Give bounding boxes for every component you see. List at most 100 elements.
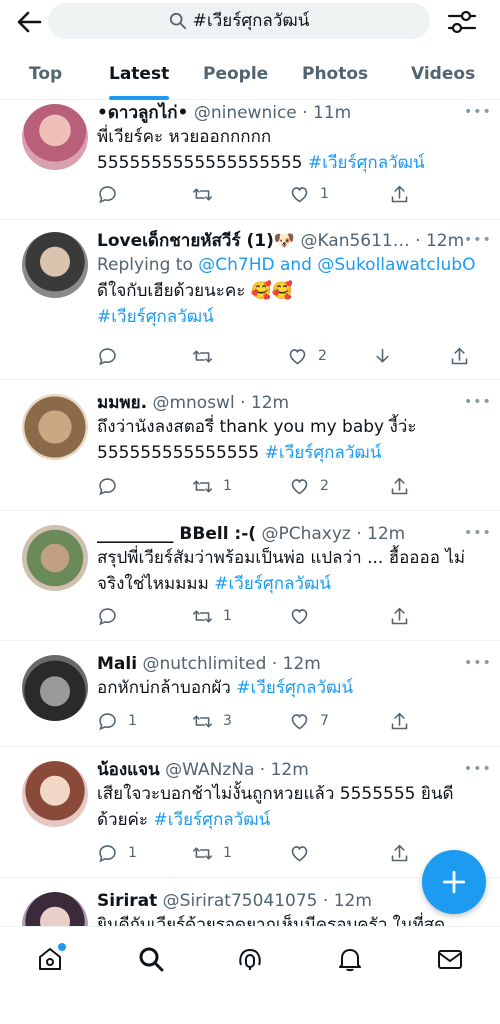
- hashtag-link[interactable]: #เวียร์ศุกลวัฒน์: [265, 443, 382, 463]
- display-name[interactable]: _________ BBell :-(: [97, 524, 256, 544]
- nav-explore[interactable]: [133, 941, 169, 977]
- tweet-line: 5555555555555555555 #เวียร์ศุกลวัฒน์: [97, 150, 486, 176]
- retweet-button[interactable]: [192, 182, 223, 206]
- tweet-line: เสียใจวะบอกช้าไม่งั้นถูกหวยแล้ว 5555555 …: [97, 784, 454, 804]
- avatar[interactable]: [22, 232, 88, 298]
- more-options-icon[interactable]: •••: [464, 233, 491, 247]
- tweet[interactable]: _________ BBell :-( @PChaxyz · 12m ••• ส…: [0, 511, 500, 641]
- retweet-button[interactable]: [192, 344, 223, 368]
- tip-button[interactable]: [372, 344, 393, 368]
- tweet-line: ดีใจกับเฮียด้วยนะคะ 🥰🥰: [97, 281, 294, 301]
- tweet[interactable]: Mali @nutchlimited · 12m ••• อกหักบ่กล้า…: [0, 641, 500, 747]
- handle: @ninewnice: [193, 103, 297, 123]
- nav-spaces[interactable]: [232, 941, 268, 977]
- tab-videos[interactable]: Videos: [411, 50, 475, 100]
- like-button[interactable]: [289, 841, 320, 865]
- retweet-button[interactable]: 1: [192, 474, 232, 498]
- tweet-line-text: 555555555555555: [97, 443, 260, 463]
- nav-notifications[interactable]: [332, 941, 368, 977]
- display-name[interactable]: Mali: [97, 654, 137, 674]
- like-button[interactable]: 2: [287, 344, 327, 368]
- tweet-line: จริงใช่ไหมมมม #เวียร์ศุกลวัฒน์: [97, 571, 486, 597]
- heart-icon: [291, 608, 308, 624]
- share-button[interactable]: [389, 474, 410, 498]
- tweet[interactable]: มมพย. @mnoswl · 12m ••• ถึงว่านังลงสตอรี…: [0, 380, 500, 511]
- like-button[interactable]: 7: [289, 709, 329, 733]
- search-icon: [139, 947, 164, 972]
- handle: @nutchlimited: [142, 654, 267, 674]
- nav-home[interactable]: [32, 941, 68, 977]
- retweet-button[interactable]: 3: [192, 709, 232, 733]
- replying-to: Replying to @Ch7HD and @SukollawatclubO: [97, 252, 486, 278]
- display-name[interactable]: Sirirat: [97, 891, 157, 911]
- tweet-header: มมพย. @mnoswl · 12m: [97, 392, 486, 414]
- tweet-line: ถึงว่านังลงสตอรี่ thank you my baby งี้ว…: [97, 417, 417, 437]
- timestamp: 11m: [313, 103, 352, 123]
- dot-separator: ·: [266, 654, 283, 674]
- display-name[interactable]: น้องแจน: [97, 760, 160, 780]
- compose-tweet-button[interactable]: [422, 850, 486, 914]
- tweet[interactable]: •ดาวลูกไก่• @ninewnice · 11m ••• พี่เวีย…: [0, 100, 500, 220]
- heart-icon: [289, 348, 306, 364]
- mention-link[interactable]: @Ch7HD and @SukollawatclubO: [198, 255, 475, 275]
- tweet-line: อกหักบ่กล้าบอกผัว #เวียร์ศุกลวัฒน์: [97, 675, 486, 701]
- more-options-icon[interactable]: •••: [464, 395, 491, 409]
- reply-button[interactable]: [97, 604, 128, 628]
- tweet-line: #เวียร์ศุกลวัฒน์: [97, 304, 486, 330]
- hashtag-link[interactable]: #เวียร์ศุกลวัฒน์: [308, 153, 425, 173]
- reply-button[interactable]: 1: [97, 841, 137, 865]
- share-icon: [451, 347, 468, 364]
- hashtag-link[interactable]: #เวียร์ศุกลวัฒน์: [153, 810, 270, 830]
- like-button[interactable]: 2: [289, 474, 329, 498]
- tweet-header: Mali @nutchlimited · 12m: [97, 653, 486, 675]
- hashtag-link[interactable]: #เวียร์ศุกลวัฒน์: [236, 678, 353, 698]
- tab-latest[interactable]: Latest: [109, 50, 170, 100]
- more-options-icon[interactable]: •••: [464, 656, 491, 670]
- share-button[interactable]: [389, 182, 410, 206]
- share-button[interactable]: [449, 344, 470, 368]
- tweet-line-text: ด้วยค่ะ: [97, 810, 149, 830]
- retweet-button[interactable]: 1: [192, 604, 232, 628]
- reply-button[interactable]: 1: [97, 709, 137, 733]
- share-button[interactable]: [389, 709, 410, 733]
- nav-messages[interactable]: [432, 941, 468, 977]
- display-name[interactable]: มมพย.: [97, 393, 147, 413]
- like-button[interactable]: [289, 604, 320, 628]
- arrow-left-icon: [17, 11, 42, 33]
- reply-button[interactable]: [97, 182, 128, 206]
- avatar[interactable]: [22, 104, 88, 170]
- share-button[interactable]: [389, 604, 410, 628]
- tweet[interactable]: น้องแจน @WANzNa · 12m ••• เสียใจวะบอกช้า…: [0, 747, 500, 878]
- tweet[interactable]: Loveเด็กชายหัสวีร์ (1)🐶 @Kan5611… · 12m …: [0, 220, 500, 380]
- avatar[interactable]: [22, 655, 88, 721]
- reply-button[interactable]: [97, 344, 128, 368]
- retweet-count: 3: [223, 713, 232, 729]
- like-count: 2: [320, 478, 329, 494]
- timestamp: 12m: [333, 891, 372, 911]
- search-settings-button[interactable]: [446, 8, 478, 36]
- reply-button[interactable]: [97, 474, 128, 498]
- search-icon: [169, 12, 186, 30]
- hashtag-link[interactable]: #เวียร์ศุกลวัฒน์: [214, 574, 331, 594]
- tab-photos[interactable]: Photos: [302, 50, 368, 100]
- tab-top[interactable]: Top: [29, 50, 62, 100]
- search-input[interactable]: #เวียร์ศุกลวัฒน์: [48, 3, 430, 39]
- like-button[interactable]: 1: [289, 182, 329, 206]
- more-options-icon[interactable]: •••: [464, 105, 491, 119]
- display-name[interactable]: Loveเด็กชายหัสวีร์ (1)🐶: [97, 231, 295, 251]
- avatar[interactable]: [22, 394, 88, 460]
- display-name[interactable]: •ดาวลูกไก่•: [97, 103, 188, 123]
- dot-separator: ·: [350, 524, 368, 544]
- back-button[interactable]: [14, 8, 44, 36]
- hashtag-link[interactable]: #เวียร์ศุกลวัฒน์: [97, 307, 214, 327]
- share-button[interactable]: [389, 841, 410, 865]
- timestamp: 12m: [425, 231, 465, 251]
- retweet-button[interactable]: 1: [192, 841, 232, 865]
- timestamp: 12m: [270, 760, 309, 780]
- avatar[interactable]: [22, 761, 88, 827]
- tab-people[interactable]: People: [203, 50, 268, 100]
- avatar[interactable]: [22, 892, 88, 926]
- more-options-icon[interactable]: •••: [464, 762, 491, 776]
- more-options-icon[interactable]: •••: [464, 526, 491, 540]
- avatar[interactable]: [22, 525, 88, 591]
